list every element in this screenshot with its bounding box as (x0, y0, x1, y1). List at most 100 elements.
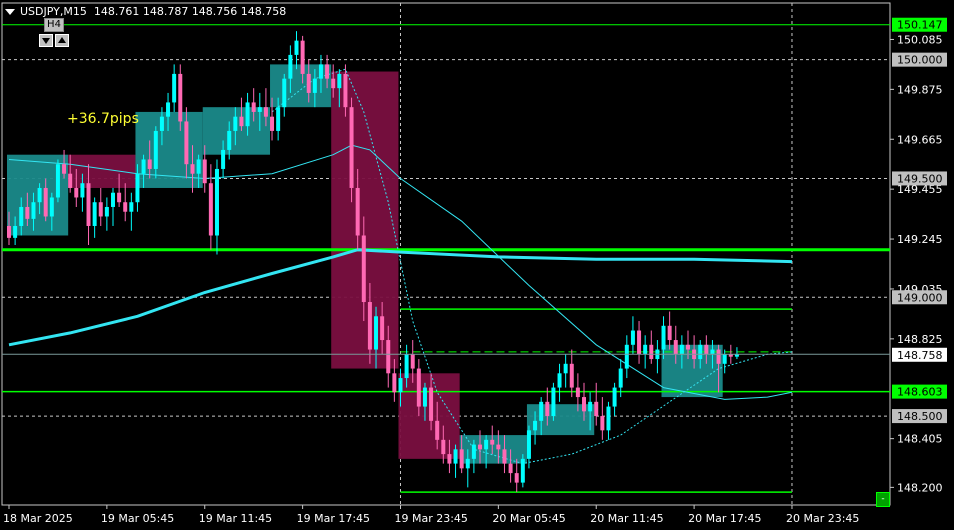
bearish-candle[interactable] (98, 187, 103, 226)
time-axis-label: 20 Mar 23:45 (786, 512, 859, 525)
scroll-up-button[interactable] (55, 34, 69, 47)
bearish-candle[interactable] (600, 397, 605, 440)
arrow-down-icon (42, 38, 50, 44)
candle-body (257, 107, 262, 112)
candle-body (545, 401, 550, 417)
bearish-candle[interactable] (178, 64, 183, 131)
bullish-candle[interactable] (92, 197, 97, 238)
bullish-candle[interactable] (453, 444, 458, 478)
candle-body (716, 349, 721, 364)
bullish-candle[interactable] (630, 316, 635, 355)
time-axis-label: 19 Mar 11:45 (199, 512, 272, 525)
bullish-candle[interactable] (551, 382, 556, 421)
bullish-candle[interactable] (129, 192, 134, 231)
candle-body (166, 102, 171, 117)
candle-body (300, 40, 305, 74)
candle-body (637, 330, 642, 355)
bearish-candle[interactable] (123, 183, 128, 222)
candle-body (31, 202, 36, 219)
bullish-candle[interactable] (734, 347, 739, 360)
candle-body (263, 107, 268, 117)
candle-body (104, 206, 109, 217)
candle-body (416, 368, 421, 407)
bullish-candle[interactable] (624, 335, 629, 379)
bearish-candle[interactable] (349, 97, 354, 203)
bullish-candle[interactable] (722, 349, 727, 374)
candle-body (337, 73, 342, 89)
candle-body (508, 463, 513, 474)
candle-body (153, 130, 158, 169)
candle-body (435, 420, 440, 440)
candle-body (710, 349, 715, 355)
candle-body (453, 449, 458, 464)
candle-body (514, 473, 519, 483)
bearish-candle[interactable] (649, 330, 654, 364)
price-tag-label: 150.000 (897, 54, 943, 67)
bullish-candle[interactable] (643, 335, 648, 369)
bearish-candle[interactable] (637, 321, 642, 364)
bullish-candle[interactable] (294, 31, 299, 70)
bearish-candle[interactable] (514, 458, 519, 493)
candle-body (221, 149, 226, 169)
bullish-candle[interactable] (110, 187, 115, 226)
candle-body (110, 192, 115, 207)
candle-body (172, 73, 177, 103)
symbol-menu-triangle-icon[interactable] (5, 9, 15, 15)
time-axis-label: 20 Mar 17:45 (688, 512, 761, 525)
candle-body (135, 173, 140, 203)
timeframe-button[interactable]: H4 (44, 18, 64, 32)
bullish-candle[interactable] (172, 64, 177, 112)
candle-body (398, 378, 403, 393)
bearish-candle[interactable] (667, 311, 672, 350)
symbol-label: USDJPY,M15 (20, 5, 87, 18)
bullish-candle[interactable] (104, 197, 109, 231)
price-tick-label: 149.245 (897, 233, 943, 246)
candle-body (349, 107, 354, 188)
candle-body (630, 330, 635, 345)
candle-body (288, 54, 293, 79)
candle-body (588, 401, 593, 412)
scroll-down-button[interactable] (39, 34, 53, 47)
candle-body (25, 206, 30, 219)
bullish-candle[interactable] (55, 159, 60, 203)
bullish-candle[interactable] (612, 382, 617, 417)
price-tag-label: 148.603 (897, 386, 943, 399)
candle-body (618, 368, 623, 388)
bearish-candle[interactable] (569, 349, 574, 398)
candle-body (276, 107, 281, 131)
candle-body (196, 159, 201, 174)
price-tick-label: 148.825 (897, 333, 943, 346)
candle-body (441, 439, 446, 455)
bullish-candle[interactable] (557, 363, 562, 402)
candle-body (429, 387, 434, 421)
candle-body (533, 420, 538, 431)
bullish-candle[interactable] (606, 401, 611, 440)
bullish-candle[interactable] (563, 354, 568, 388)
corner-button[interactable]: - (876, 492, 890, 507)
candle-body (465, 458, 470, 469)
price-chart[interactable]: 150.085149.875149.665149.455149.245149.0… (0, 0, 954, 530)
bullish-candle[interactable] (520, 454, 525, 488)
bearish-candle[interactable] (594, 382, 599, 426)
candle-body (569, 363, 574, 388)
bullish-candle[interactable] (471, 439, 476, 474)
candle-body (600, 416, 605, 431)
candle-body (37, 187, 42, 203)
candle-body (68, 173, 73, 188)
candle-body (233, 116, 238, 131)
candle-body (294, 40, 299, 55)
bullish-candle[interactable] (214, 159, 219, 255)
candle-body (484, 439, 489, 450)
candle-body (318, 64, 323, 79)
bearish-candle[interactable] (208, 164, 213, 250)
candle-body (612, 387, 617, 407)
candle-body (306, 73, 311, 93)
candle-body (312, 78, 317, 93)
bullish-candle[interactable] (282, 73, 287, 117)
candle-body (270, 116, 275, 131)
candle-body (86, 183, 91, 226)
candle-body (551, 387, 556, 417)
price-tick-label: 149.665 (897, 133, 943, 146)
bullish-candle[interactable] (655, 340, 660, 374)
candle-body (141, 159, 146, 174)
